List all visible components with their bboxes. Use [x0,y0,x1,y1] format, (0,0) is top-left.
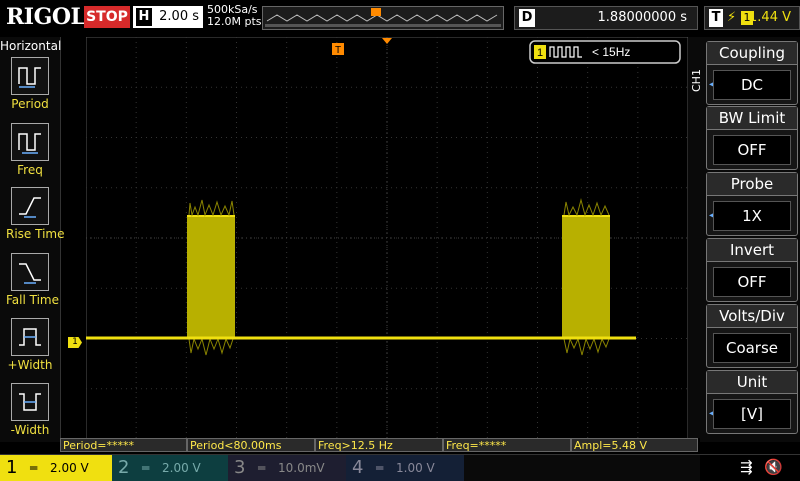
channel-status-bar: 1 ═ 2.00 V 2 ═ 2.00 V 3 ═ 10.0mV 4 ═ 1.0… [0,454,800,481]
fall-time-label: Fall Time [6,293,60,307]
negative-width-icon [11,383,49,421]
horizontal-timebase[interactable]: H 2.00 s [133,6,203,28]
unit-value: [V] [713,399,791,429]
top-status-bar: RIGOL STOP H 2.00 s 500kSa/s 12.0M pts D… [0,0,800,36]
usb-icon: ⇶ [740,458,753,476]
channel-number: 4 [352,457,364,478]
channel-1-status[interactable]: 1 ═ 2.00 V [0,455,112,481]
channel-2-status[interactable]: 2 ═ 2.00 V [112,455,228,481]
measure-negative-width-button[interactable]: -Width [6,383,54,437]
dc-coupling-icon: ═ [142,461,150,475]
horizontal-tag: H [136,8,152,26]
horizontal-measure-menu: Horizontal Period Freq Rise Time Fall Ti… [0,37,65,442]
rise-time-label: Rise Time [6,227,65,241]
channel-scale: 10.0mV [278,461,325,475]
rising-edge-icon: ⚡ [727,10,737,25]
measure-fall-time-button[interactable]: Fall Time [6,253,60,307]
measure-frequency-button[interactable]: Freq [6,123,54,177]
run-stop-indicator[interactable]: STOP [84,6,130,28]
probe-title: Probe [707,173,797,196]
ch1-burst-2 [562,198,610,356]
system-status-area: ⇶ 🔇 [700,455,800,481]
memory-depth: 12.0M pts [207,15,262,28]
memory-trigger-marker-icon [371,8,381,16]
fall-time-icon [11,253,49,291]
period-icon [11,57,49,95]
positive-width-label: +Width [7,358,53,372]
volts-div-value: Coarse [713,333,791,363]
menu-bw-limit[interactable]: BW Limit OFF [706,106,798,170]
trigger-box[interactable]: T ⚡ 1 1.44 V [704,6,800,30]
channel-scale: 1.00 V [396,461,435,475]
delay-value: 1.88000000 s [597,10,687,25]
freq-label: Freq [17,163,43,177]
channel-scale: 2.00 V [162,461,201,475]
volts-div-title: Volts/Div [707,305,797,328]
measurement-bar: Period=***** Period<80.00ms Freq>12.5 Hz… [60,438,700,453]
dc-coupling-icon: ═ [30,461,38,475]
rigol-logo: RIGOL [6,4,86,30]
menu-unit[interactable]: Unit ◀ [V] [706,370,798,434]
trigger-position-marker[interactable]: T [332,43,344,56]
waveform-display[interactable]: T 1 < 15Hz [86,37,688,439]
positive-width-icon [11,318,49,356]
acquisition-info: 500kSa/s 12.0M pts [207,4,262,28]
measurement-item[interactable]: Period=***** [60,438,187,452]
speaker-muted-icon[interactable]: 🔇 [764,458,783,476]
period-label: Period [11,97,49,111]
freq-counter-value: < 15Hz [592,45,630,59]
memory-waveform-overview [265,8,501,27]
rise-time-icon [11,187,49,225]
measurement-item[interactable]: Period<80.00ms [187,438,315,452]
freq-counter-channel: 1 [537,47,543,59]
negative-width-label: -Width [10,423,50,437]
invert-value: OFF [713,267,791,297]
frequency-counter[interactable]: 1 < 15Hz [529,40,681,64]
menu-probe[interactable]: Probe ◀ 1X [706,172,798,236]
measurement-item[interactable]: Ampl=5.48 V [571,438,698,452]
coupling-title: Coupling [707,42,797,65]
channel-number: 2 [118,457,130,478]
delay-tag: D [519,9,535,27]
measure-positive-width-button[interactable]: +Width [6,318,54,372]
frequency-icon [11,123,49,161]
menu-volts-div[interactable]: Volts/Div Coarse [706,304,798,368]
bw-limit-title: BW Limit [707,107,797,130]
channel-4-status[interactable]: 4 ═ 1.00 V [346,455,464,481]
unit-title: Unit [707,371,797,394]
left-menu-title: Horizontal [0,39,62,53]
dc-coupling-icon: ═ [258,461,266,475]
measurement-item[interactable]: Freq=***** [443,438,571,452]
trigger-level: 1.44 V [749,10,791,25]
memory-overview-strip[interactable] [262,6,504,30]
measurement-item[interactable]: Freq>12.5 Hz [315,438,443,452]
measure-rise-time-button[interactable]: Rise Time [6,187,65,241]
timebase-value: 2.00 s [159,9,199,24]
ch1-ground-marker[interactable]: 1 [68,337,82,348]
delay-box[interactable]: D 1.88000000 s [514,6,698,30]
menu-invert[interactable]: Invert OFF [706,238,798,302]
invert-title: Invert [707,239,797,262]
trigger-position-label: T [335,45,341,56]
channel-scale: 2.00 V [50,461,89,475]
bw-limit-value: OFF [713,135,791,165]
channel-3-status[interactable]: 3 ═ 10.0mV [228,455,346,481]
channel-menu-label: CH1 [690,69,703,92]
measure-period-button[interactable]: Period [6,57,54,111]
channel-number: 1 [6,457,18,478]
channel-number: 3 [234,457,246,478]
coupling-value: DC [713,70,791,100]
ch1-burst-1 [187,199,235,356]
dc-coupling-icon: ═ [376,461,384,475]
menu-coupling[interactable]: Coupling ◀ DC [706,41,798,105]
probe-value: 1X [713,201,791,231]
trigger-tag: T [709,9,723,27]
